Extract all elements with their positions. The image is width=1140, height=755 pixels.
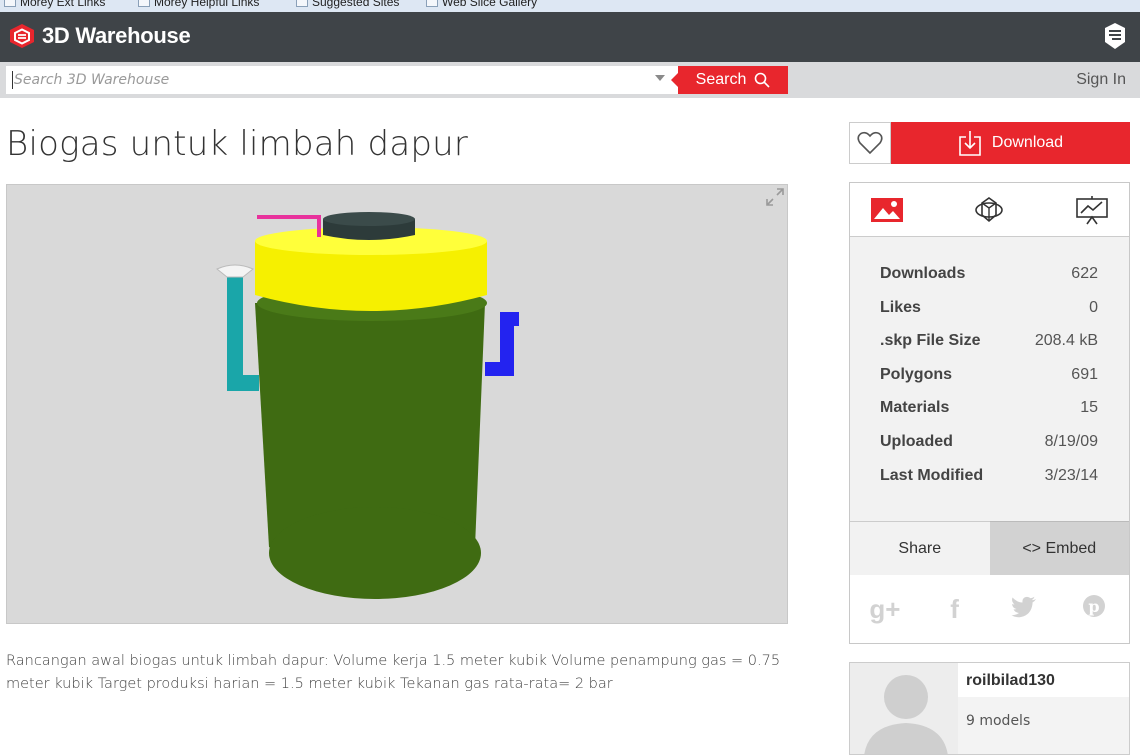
stat-label: .skp File Size	[880, 332, 981, 350]
search-bar: Search Sign In	[0, 62, 1140, 98]
heart-icon	[857, 131, 883, 155]
tab-share[interactable]: Share	[850, 521, 990, 575]
folder-icon	[138, 0, 150, 7]
avatar[interactable]	[850, 663, 958, 754]
bookmark-web-slice-gallery[interactable]: Web Slice Gallery	[426, 0, 537, 9]
svg-text:p: p	[1089, 597, 1100, 616]
top-bar: 3D Warehouse	[0, 12, 1140, 62]
stat-row-materials: Materials 15	[880, 399, 1098, 433]
favorite-button[interactable]	[849, 122, 891, 164]
bookmark-label: Suggested Sites	[312, 0, 400, 9]
stat-value: 691	[1071, 365, 1098, 383]
stat-label: Last Modified	[880, 466, 984, 484]
stat-row-uploaded: Uploaded 8/19/09	[880, 433, 1098, 467]
logo[interactable]: 3D Warehouse	[8, 22, 191, 50]
folder-icon	[426, 0, 438, 7]
stat-value: 15	[1080, 399, 1098, 417]
stat-row-likes: Likes 0	[880, 299, 1098, 333]
model-description: Rancangan awal biogas untuk limbah dapur…	[6, 653, 781, 692]
stat-row-last-modified: Last Modified 3/23/14	[880, 467, 1098, 501]
twitter-icon[interactable]	[1004, 594, 1044, 625]
folder-icon	[296, 0, 308, 7]
logo-text: 3D Warehouse	[42, 23, 191, 48]
bookmark-suggested-sites[interactable]: Suggested Sites	[296, 0, 399, 9]
download-label: Download	[991, 134, 1064, 151]
bookmarks-bar: Morey Ext Links Morey Helpful Links Sugg…	[0, 0, 1140, 12]
image-icon[interactable]	[870, 195, 904, 225]
search-button[interactable]: Search	[671, 66, 788, 94]
search-input[interactable]	[6, 66, 678, 94]
stat-value: 208.4 kB	[1034, 332, 1098, 350]
presentation-icon[interactable]	[1075, 195, 1109, 225]
google-plus-icon[interactable]: g+	[865, 594, 905, 625]
sign-in-link[interactable]: Sign In	[1076, 71, 1126, 89]
model-info-panel: Downloads 622 Likes 0 .skp File Size 208…	[849, 182, 1130, 644]
stat-value: 3/23/14	[1044, 466, 1098, 484]
stat-value: 8/19/09	[1044, 432, 1098, 450]
model-image	[216, 212, 519, 599]
page-title: Biogas untuk limbah dapur	[6, 124, 469, 164]
view-tabs	[850, 183, 1129, 237]
stat-value: 622	[1071, 265, 1098, 282]
tab-embed[interactable]: <> Embed	[989, 521, 1129, 575]
download-button[interactable]: Download	[891, 122, 1130, 164]
stat-row-polygons: Polygons 691	[880, 366, 1098, 400]
download-icon	[959, 131, 981, 156]
author-card[interactable]: roilbilad130 9 models	[849, 662, 1130, 755]
bookmark-label: Morey Ext Links	[20, 0, 106, 9]
bookmark-label: Web Slice Gallery	[442, 0, 538, 9]
author-model-count: 9 models	[958, 697, 1129, 754]
chevron-down-icon[interactable]	[655, 75, 665, 81]
stats-list: Downloads 622 Likes 0 .skp File Size 208…	[880, 265, 1098, 500]
stat-label: Likes	[880, 298, 921, 316]
sketchup-icon[interactable]	[1102, 22, 1128, 50]
stat-row-file-size: .skp File Size 208.4 kB	[880, 332, 1098, 366]
social-links: g+ f p	[850, 575, 1129, 643]
bookmark-morey-ext-links[interactable]: Morey Ext Links	[4, 0, 105, 9]
3d-view-icon[interactable]	[972, 195, 1006, 225]
default-avatar-icon	[864, 675, 948, 754]
folder-icon	[4, 0, 16, 7]
pinterest-icon[interactable]: p	[1074, 594, 1114, 625]
bookmark-label: Morey Helpful Links	[154, 0, 260, 9]
author-username[interactable]: roilbilad130	[958, 663, 1129, 697]
warehouse-logo-icon	[10, 24, 34, 48]
bookmark-morey-helpful-links[interactable]: Morey Helpful Links	[138, 0, 259, 9]
stat-label: Uploaded	[880, 432, 953, 450]
text-caret	[12, 71, 13, 89]
facebook-icon[interactable]: f	[935, 594, 975, 625]
share-tabs: Share <> Embed	[850, 521, 1129, 575]
stat-label: Materials	[880, 399, 950, 417]
search-button-label: Search	[695, 71, 747, 88]
model-preview[interactable]	[6, 184, 788, 624]
stat-label: Polygons	[880, 365, 953, 383]
expand-icon[interactable]	[765, 187, 785, 207]
stat-row-downloads: Downloads 622	[880, 265, 1098, 299]
search-icon	[755, 72, 770, 88]
stat-label: Downloads	[880, 265, 966, 282]
stat-value: 0	[1089, 298, 1098, 316]
